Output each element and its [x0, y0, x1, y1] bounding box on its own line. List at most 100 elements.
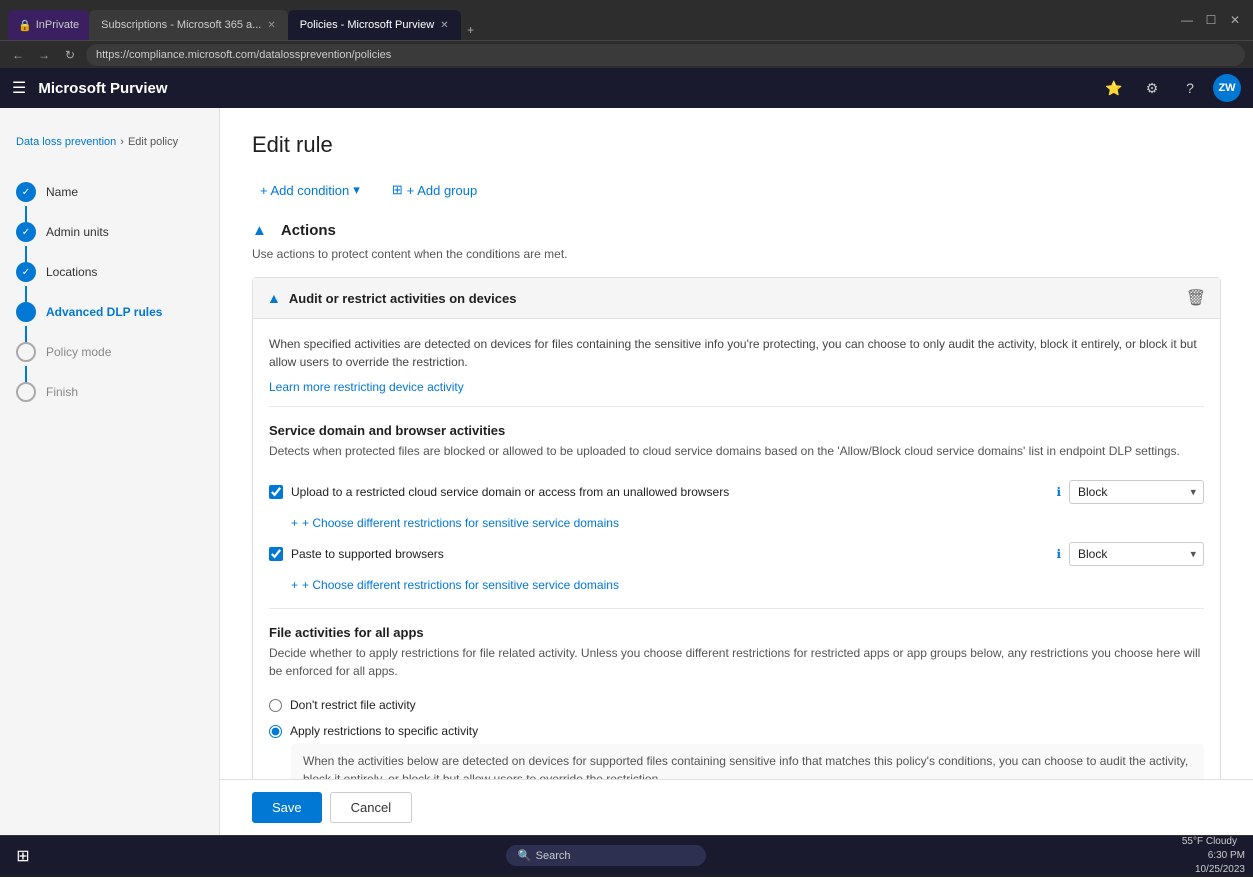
taskbar-right: 55°F Cloudy 6:30 PM 10/25/2023 [1174, 835, 1245, 877]
add-group-label: + Add group [407, 183, 477, 198]
top-nav: ☰ Microsoft Purview ⭐ ⚙ ? ZW [0, 68, 1253, 108]
tab-private[interactable]: 🔒 InPrivate [8, 10, 89, 40]
paste-browsers-checkbox[interactable] [269, 547, 283, 561]
paste-browsers-info-icon[interactable]: ℹ [1056, 547, 1061, 561]
tab-policies[interactable]: Policies - Microsoft Purview ✕ [288, 10, 461, 40]
step-label-policy: Policy mode [46, 345, 111, 359]
settings-icon[interactable]: ⚙ [1137, 73, 1167, 103]
bottom-bar: Save Cancel [220, 779, 1253, 835]
tab-private-label: InPrivate [36, 19, 79, 31]
add-restriction-paste-button[interactable]: + + Choose different restrictions for se… [269, 574, 619, 596]
close-button[interactable]: ✕ [1225, 10, 1245, 30]
step-circle-advanced [16, 302, 36, 322]
save-button[interactable]: Save [252, 792, 322, 823]
taskbar-left: ⊞ [8, 841, 38, 871]
taskbar-clock: 6:30 PM 10/25/2023 [1174, 849, 1245, 877]
subsection-header: ▲ Audit or restrict activities on device… [253, 278, 1220, 319]
taskbar: ⊞ 🔍 Search 55°F Cloudy 6:30 PM 10/25/202… [0, 835, 1253, 875]
add-condition-button[interactable]: + Add condition ▾ [252, 178, 368, 202]
address-input[interactable] [86, 44, 1245, 66]
service-domain-desc: Detects when protected files are blocked… [269, 442, 1204, 460]
new-tab-button[interactable]: + [461, 20, 481, 40]
actions-section: ▲ Actions Use actions to protect content… [252, 222, 1221, 835]
cancel-button[interactable]: Cancel [330, 792, 412, 823]
actions-description: Use actions to protect content when the … [252, 247, 1221, 261]
add-restriction-paste-label: + Choose different restrictions for sens… [302, 578, 619, 592]
subsection-body-text: When specified activities are detected o… [269, 335, 1204, 371]
back-button[interactable]: ← [8, 45, 28, 65]
minimize-button[interactable]: — [1177, 10, 1197, 30]
upload-cloud-info-icon[interactable]: ℹ [1056, 485, 1061, 499]
sidebar: Data loss prevention › Edit policy ✓ Nam… [0, 108, 220, 835]
whatsnew-icon[interactable]: ⭐ [1099, 73, 1129, 103]
radio-apply-restrictions[interactable] [269, 725, 282, 738]
divider-2 [269, 608, 1204, 609]
toolbar: + Add condition ▾ ⊞ + Add group [252, 178, 1221, 202]
step-advanced-dlp: Advanced DLP rules [0, 292, 219, 332]
upload-cloud-row: Upload to a restricted cloud service dom… [269, 472, 1204, 512]
browser-tabs: 🔒 InPrivate Subscriptions - Microsoft 36… [8, 0, 1171, 40]
avatar[interactable]: ZW [1213, 74, 1241, 102]
subsection-body: When specified activities are detected o… [253, 319, 1220, 835]
actions-toggle-icon[interactable]: ▲ [252, 222, 267, 239]
tab-subscriptions[interactable]: Subscriptions - Microsoft 365 a... ✕ [89, 10, 288, 40]
breadcrumb-separator: › [120, 136, 124, 148]
paste-browsers-dropdown[interactable]: Audit only Block Block with override [1069, 542, 1204, 566]
tab-subscriptions-close[interactable]: ✕ [267, 20, 275, 31]
upload-cloud-checkbox[interactable] [269, 485, 283, 499]
subsection-title: Audit or restrict activities on devices [289, 291, 1186, 306]
help-icon[interactable]: ? [1175, 73, 1205, 103]
actions-heading: Actions [281, 222, 336, 239]
windows-start-button[interactable]: ⊞ [8, 841, 38, 871]
group-icon: ⊞ [392, 182, 403, 198]
edit-rule-panel: Edit rule + Add condition ▾ ⊞ + Add grou… [220, 108, 1253, 835]
add-restriction-upload-button[interactable]: + + Choose different restrictions for se… [269, 512, 619, 534]
step-label-name: Name [46, 185, 78, 199]
step-locations: ✓ Locations [0, 252, 219, 292]
chevron-down-icon: ▾ [353, 182, 360, 198]
step-policy-mode: Policy mode [0, 332, 219, 372]
subsection-toggle-icon[interactable]: ▲ [267, 290, 281, 306]
service-domain-title: Service domain and browser activities [269, 423, 1204, 438]
weather-info: 55°F Cloudy [1174, 835, 1245, 849]
tab-policies-label: Policies - Microsoft Purview [300, 19, 434, 31]
plus-icon-2: + [291, 578, 298, 592]
tab-policies-close[interactable]: ✕ [440, 20, 448, 31]
paste-browsers-label: Paste to supported browsers [291, 547, 1048, 561]
address-bar: ← → ↻ [0, 40, 1253, 68]
content-area: Edit rule + Add condition ▾ ⊞ + Add grou… [220, 108, 1253, 835]
app-container: ☰ Microsoft Purview ⭐ ⚙ ? ZW Data loss p… [0, 68, 1253, 835]
upload-cloud-dropdown[interactable]: Audit only Block Block with override [1069, 480, 1204, 504]
clock-date: 10/25/2023 [1174, 863, 1245, 877]
app-title: Microsoft Purview [38, 80, 167, 97]
panel-title: Edit rule [252, 132, 1221, 158]
actions-heading-row: ▲ Actions [252, 222, 1221, 239]
add-group-button[interactable]: ⊞ + Add group [384, 178, 485, 202]
add-condition-label: + Add condition [260, 183, 349, 198]
maximize-button[interactable]: ☐ [1201, 10, 1221, 30]
hamburger-icon[interactable]: ☰ [12, 78, 26, 98]
breadcrumb-parent[interactable]: Data loss prevention [16, 136, 116, 148]
divider-1 [269, 406, 1204, 407]
forward-button[interactable]: → [34, 45, 54, 65]
step-label-locations: Locations [46, 265, 97, 279]
audit-restrict-subsection: ▲ Audit or restrict activities on device… [252, 277, 1221, 835]
refresh-button[interactable]: ↻ [60, 45, 80, 65]
search-placeholder: Search [536, 850, 571, 862]
delete-subsection-button[interactable]: 🗑 [1186, 288, 1206, 308]
plus-icon-1: + [291, 516, 298, 530]
search-icon: 🔍 [518, 849, 532, 862]
radio-dont-restrict[interactable] [269, 699, 282, 712]
step-circle-policy [16, 342, 36, 362]
private-icon: 🔒 [18, 19, 32, 32]
browser-controls: — ☐ ✕ [1177, 10, 1245, 30]
upload-cloud-dropdown-wrapper: Audit only Block Block with override [1069, 480, 1204, 504]
step-finish: Finish [0, 372, 219, 412]
paste-browsers-row: Paste to supported browsers ℹ Audit only… [269, 534, 1204, 574]
taskbar-search[interactable]: 🔍 Search [506, 845, 706, 866]
breadcrumb-current: Edit policy [128, 136, 178, 148]
step-label-advanced: Advanced DLP rules [46, 305, 162, 319]
main-layout: Data loss prevention › Edit policy ✓ Nam… [0, 108, 1253, 835]
learn-more-link[interactable]: Learn more restricting device activity [269, 380, 464, 394]
upload-cloud-label: Upload to a restricted cloud service dom… [291, 485, 1048, 499]
